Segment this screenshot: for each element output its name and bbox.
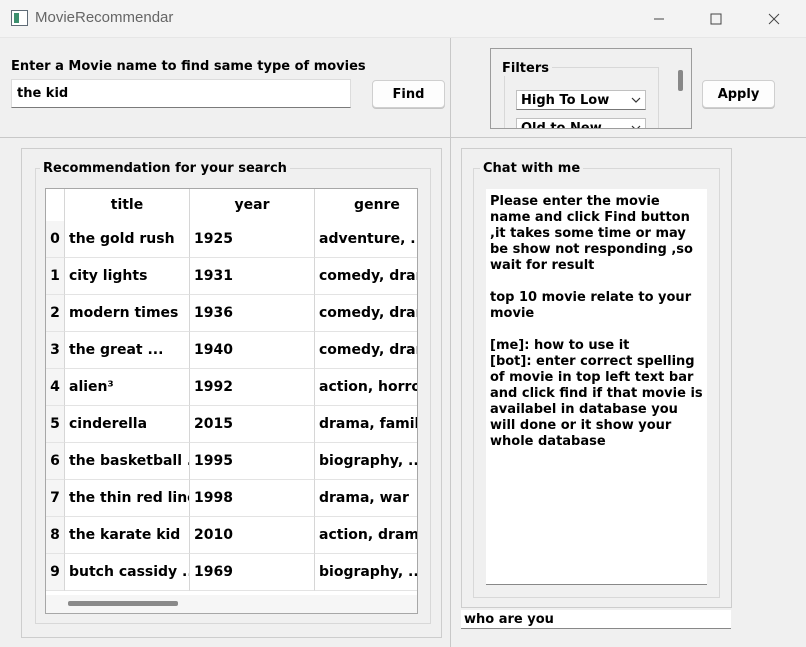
- maximize-button[interactable]: [686, 0, 746, 38]
- top-divider-horizontal: [0, 137, 806, 138]
- minimize-icon: [654, 18, 664, 20]
- cell-title[interactable]: modern times: [65, 295, 190, 332]
- main-divider-vertical: [450, 138, 451, 647]
- column-header-genre[interactable]: genre: [315, 189, 417, 221]
- cell-year[interactable]: 1925: [190, 221, 315, 258]
- row-index: 6: [46, 443, 65, 480]
- row-index: 2: [46, 295, 65, 332]
- movie-search-input[interactable]: [11, 79, 351, 108]
- chat-title: Chat with me: [480, 161, 584, 176]
- cell-year[interactable]: 1940: [190, 332, 315, 369]
- minimize-button[interactable]: [629, 0, 689, 38]
- cell-genre[interactable]: adventure, ...: [315, 221, 417, 258]
- app-window-icon: [11, 10, 28, 26]
- cell-year[interactable]: 1995: [190, 443, 315, 480]
- cell-genre[interactable]: biography, ...: [315, 443, 417, 480]
- table-horizontal-scrollbar[interactable]: [46, 595, 417, 613]
- cell-title[interactable]: the karate kid: [65, 517, 190, 554]
- column-header-title[interactable]: title: [65, 189, 190, 221]
- row-index: 8: [46, 517, 65, 554]
- cell-year[interactable]: 1936: [190, 295, 315, 332]
- cell-genre[interactable]: drama, war: [315, 480, 417, 517]
- table-corner: [46, 189, 65, 221]
- date-order-select[interactable]: Old to New: [516, 118, 646, 129]
- cell-year[interactable]: 1969: [190, 554, 315, 591]
- row-index: 9: [46, 554, 65, 591]
- apply-button[interactable]: Apply: [702, 80, 775, 108]
- column-header-year[interactable]: year: [190, 189, 315, 221]
- title-bar: MovieRecommendar: [0, 0, 806, 38]
- cell-genre[interactable]: biography, ...: [315, 554, 417, 591]
- sort-order-value: High To Low: [521, 92, 610, 108]
- cell-genre[interactable]: comedy, drama: [315, 332, 417, 369]
- cell-title[interactable]: the great ...: [65, 332, 190, 369]
- filters-scroll-area[interactable]: Filters High To Low Old to New: [490, 48, 692, 129]
- cell-title[interactable]: the thin red line: [65, 480, 190, 517]
- recommendation-table[interactable]: title year genre 0 the gold rush 1925 ad…: [45, 188, 418, 614]
- window-title: MovieRecommendar: [35, 9, 174, 26]
- cell-title[interactable]: the gold rush: [65, 221, 190, 258]
- chat-message-input[interactable]: [461, 610, 731, 629]
- sort-order-select[interactable]: High To Low: [516, 90, 646, 110]
- cell-year[interactable]: 2015: [190, 406, 315, 443]
- date-order-value: Old to New: [521, 120, 602, 129]
- row-index: 7: [46, 480, 65, 517]
- row-index: 5: [46, 406, 65, 443]
- close-button[interactable]: [744, 0, 804, 38]
- search-label: Enter a Movie name to find same type of …: [11, 59, 366, 74]
- cell-genre[interactable]: comedy, drama: [315, 295, 417, 332]
- cell-genre[interactable]: comedy, drama: [315, 258, 417, 295]
- recommendation-title: Recommendation for your search: [40, 161, 290, 176]
- cell-year[interactable]: 2010: [190, 517, 315, 554]
- cell-title[interactable]: cinderella: [65, 406, 190, 443]
- cell-title[interactable]: butch cassidy ...: [65, 554, 190, 591]
- cell-title[interactable]: the basketball ...: [65, 443, 190, 480]
- chat-log[interactable]: Please enter the movie name and click Fi…: [486, 189, 707, 585]
- top-divider-vertical: [450, 38, 451, 138]
- cell-year[interactable]: 1992: [190, 369, 315, 406]
- row-index: 0: [46, 221, 65, 258]
- cell-title[interactable]: city lights: [65, 258, 190, 295]
- cell-genre[interactable]: drama, family,: [315, 406, 417, 443]
- cell-year[interactable]: 1998: [190, 480, 315, 517]
- row-index: 1: [46, 258, 65, 295]
- cell-genre[interactable]: action, horror,: [315, 369, 417, 406]
- row-index: 4: [46, 369, 65, 406]
- close-icon: [768, 13, 780, 25]
- maximize-icon: [710, 13, 722, 25]
- filters-scrollbar-thumb[interactable]: [678, 70, 683, 91]
- table-scrollbar-thumb[interactable]: [68, 601, 178, 606]
- cell-genre[interactable]: action, drama,: [315, 517, 417, 554]
- cell-year[interactable]: 1931: [190, 258, 315, 295]
- chevron-down-icon: [631, 125, 641, 128]
- cell-title[interactable]: alien³: [65, 369, 190, 406]
- filters-title: Filters: [499, 61, 552, 76]
- chevron-down-icon: [631, 97, 641, 103]
- find-button[interactable]: Find: [372, 80, 445, 108]
- row-index: 3: [46, 332, 65, 369]
